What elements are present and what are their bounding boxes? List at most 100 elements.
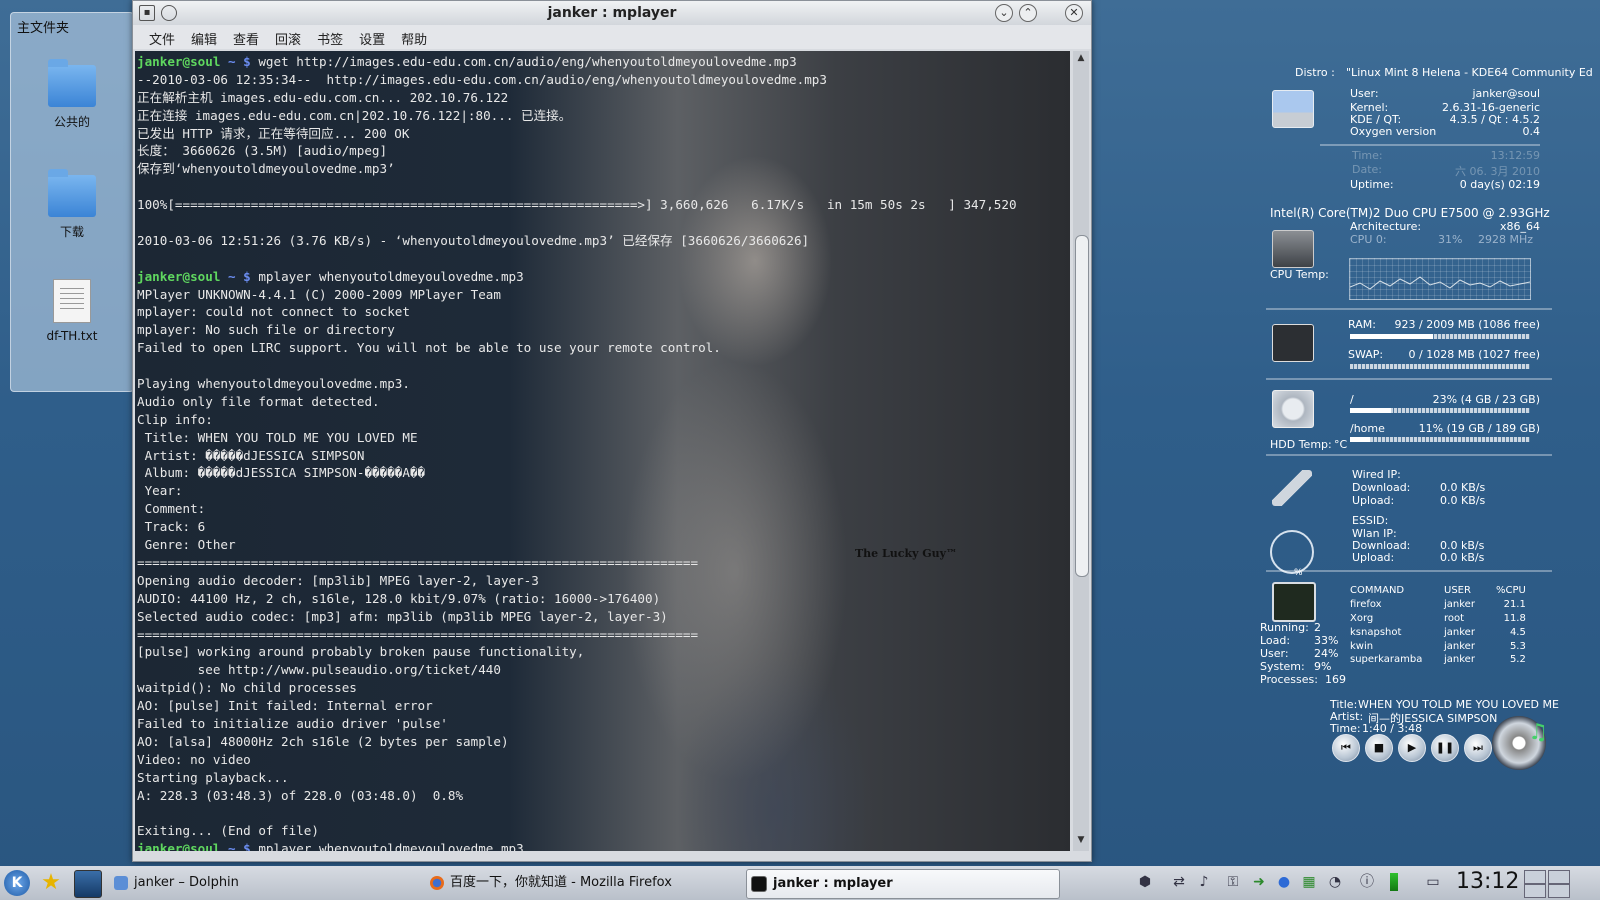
pause-button[interactable]: ❚❚ — [1431, 734, 1459, 762]
pager-desktop-1[interactable] — [1524, 870, 1546, 884]
kde-menu-icon[interactable]: K — [4, 870, 30, 896]
battery-level-icon[interactable] — [1390, 873, 1398, 891]
previous-track-button[interactable]: ⏮ — [1332, 734, 1360, 762]
window-titlebar[interactable]: ▪ janker : mplayer ⌄ ⌃ ✕ — [133, 1, 1091, 25]
terminal-line-text: 100%[===================================… — [137, 197, 1017, 213]
cpu-chip-icon — [1272, 230, 1314, 268]
music-player-icon[interactable] — [1492, 716, 1548, 770]
terminal-line-text: 正在解析主机 images.edu-edu.com.cn... 202.10.7… — [137, 89, 509, 105]
favorites-star-icon[interactable]: ★ — [38, 870, 64, 896]
folder-icon — [48, 169, 96, 217]
lock-icon[interactable]: ⚿ — [1224, 873, 1242, 891]
terminal-line-text: 2010-03-06 12:51:26 (3.76 KB/s) - ‘wheny… — [137, 232, 810, 248]
terminal-line-text: Failed to initialize audio driver 'pulse… — [137, 715, 448, 731]
menu-scrollback[interactable]: 回滚 — [267, 25, 309, 48]
hdd-temp-label: HDD Temp: — [1270, 438, 1332, 451]
task-dolphin[interactable]: janker – Dolphin — [114, 869, 406, 897]
cpu-graph-line — [1349, 276, 1531, 290]
maximize-button[interactable]: ⌃ — [1019, 4, 1037, 22]
stop-button[interactable]: ■ — [1365, 734, 1393, 762]
minimize-button[interactable]: ⌄ — [995, 4, 1013, 22]
scrollbar-thumb[interactable] — [1075, 235, 1089, 577]
system-monitor-tray-icon[interactable]: ▦ — [1300, 873, 1318, 891]
pager-desktop-3[interactable] — [1524, 884, 1546, 898]
package-cube-icon[interactable]: ⬢ — [1136, 873, 1154, 891]
prompt-user: janker@soul — [137, 54, 221, 69]
uptime-value: 0 day(s) 02:19 — [1459, 178, 1540, 191]
terminal-output[interactable]: janker@soul ~ $ wget http://images.edu-e… — [135, 51, 1070, 851]
clock-widget-icon[interactable]: ◔ — [1326, 873, 1344, 891]
divider — [1266, 378, 1552, 380]
terminal-line-text: wget http://images.edu-edu.com.cn/audio/… — [258, 54, 797, 69]
terminal-line: mplayer: No such file or directory — [137, 321, 1070, 339]
info-icon[interactable]: ⓘ — [1358, 873, 1376, 891]
user-value: janker@soul — [1472, 87, 1540, 100]
menu-view[interactable]: 查看 — [225, 25, 267, 48]
network-icon[interactable]: ⇄ — [1170, 873, 1188, 891]
process-user: janker — [1444, 640, 1475, 652]
terminal-line-text: Video: no video — [137, 751, 251, 767]
terminal-line: 2010-03-06 12:51:26 (3.76 KB/s) - ‘wheny… — [137, 232, 1070, 250]
terminal-line: Playing whenyoutoldmeyoulovedme.mp3. — [137, 375, 1070, 393]
home-usage-bar — [1350, 437, 1530, 442]
terminal-line-text: Failed to open LIRC support. You will no… — [137, 340, 721, 356]
desktop-icon-downloads[interactable]: 下载 — [11, 169, 133, 240]
scroll-up-icon[interactable]: ▲ — [1073, 53, 1089, 67]
desktop-icon-label: df-TH.txt — [46, 329, 98, 343]
menu-settings[interactable]: 设置 — [351, 25, 393, 48]
pager-desktop-4[interactable] — [1548, 884, 1570, 898]
terminal-line: 正在连接 images.edu-edu.com.cn|202.10.76.122… — [137, 107, 1070, 125]
close-button[interactable]: ✕ — [1065, 4, 1083, 22]
terminal-line: janker@soul ~ $ mplayer whenyoutoldmeyou… — [137, 840, 1070, 851]
divider — [1266, 454, 1552, 456]
process-user: root — [1444, 612, 1465, 624]
text-file-icon — [53, 279, 91, 323]
scroll-down-icon[interactable]: ▼ — [1073, 835, 1089, 849]
system-monitor-widget: Distro : "Linux Mint 8 Helena - KDE64 Co… — [1250, 60, 1600, 800]
task-konsole[interactable]: janker : mplayer — [746, 869, 1060, 899]
running-value: 2 — [1314, 621, 1321, 634]
desktop-icon-public[interactable]: 公共的 — [11, 59, 133, 130]
task-label: janker – Dolphin — [134, 875, 239, 890]
terminal-line-text: mplayer: could not connect to socket — [137, 304, 410, 320]
ram-value: 923 / 2009 MB (1086 free) — [1394, 318, 1540, 331]
taskbar-clock[interactable]: 13:12 — [1456, 869, 1519, 894]
divider — [1266, 570, 1552, 572]
task-firefox[interactable]: 百度一下，你就知道 - Mozilla Firefox — [430, 869, 730, 897]
menu-file[interactable]: 文件 — [141, 25, 183, 48]
pager-desktop-2[interactable] — [1548, 870, 1570, 884]
process-table: COMMAND USER %CPU firefox janker 21.1 Xorg… — [1350, 584, 1532, 667]
next-track-button[interactable]: ⏭ — [1464, 734, 1492, 762]
terminal-line-text: 正在连接 images.edu-edu.com.cn|202.10.76.122… — [137, 107, 572, 123]
desktop-icon-df-th[interactable]: df-TH.txt — [11, 279, 133, 343]
prompt-user: janker@soul — [137, 268, 221, 284]
terminal-line-text: Album: �����dJESSICA SIMPSON-�����A�� — [137, 465, 426, 481]
desktop-icon-label: 公共的 — [53, 115, 90, 129]
bluetooth-icon[interactable]: ● — [1275, 873, 1293, 891]
menu-help[interactable]: 帮助 — [393, 25, 435, 48]
oxygen-label: Oxygen version — [1350, 125, 1437, 138]
process-cpu: 5.3 — [1509, 640, 1526, 652]
process-cpu: 21.1 — [1503, 599, 1526, 611]
terminal-line-text: Exiting... (End of file) — [137, 823, 319, 839]
display-icon[interactable]: ▭ — [1424, 873, 1442, 891]
terminal-line: janker@soul ~ $ wget http://images.edu-e… — [137, 53, 1070, 71]
update-arrow-icon[interactable]: ➜ — [1250, 873, 1268, 891]
terminal-line-text: AO: [alsa] 48000Hz 2ch s16le (2 bytes pe… — [137, 733, 509, 749]
play-button[interactable]: ▶ — [1398, 734, 1426, 762]
cpu-usage-graph — [1349, 258, 1531, 300]
menu-edit[interactable]: 编辑 — [183, 25, 225, 48]
ram-usage-bar — [1350, 334, 1530, 339]
process-command: kwin — [1350, 640, 1374, 652]
system-label: System: — [1260, 660, 1305, 673]
wired-ip-label: Wired IP: — [1352, 468, 1401, 481]
show-desktop-icon[interactable] — [74, 870, 102, 898]
menu-bookmarks[interactable]: 书签 — [309, 25, 351, 48]
cpu0-frequency: 2928 MHz — [1478, 233, 1534, 246]
volume-icon[interactable]: ♪ — [1195, 873, 1213, 891]
window-title: janker : mplayer — [547, 5, 677, 21]
wlan-upload-value: 0.0 kB/s — [1440, 551, 1485, 564]
distro-label: Distro : — [1295, 66, 1335, 79]
terminal-scrollbar[interactable]: ▲ ▼ — [1073, 51, 1089, 851]
